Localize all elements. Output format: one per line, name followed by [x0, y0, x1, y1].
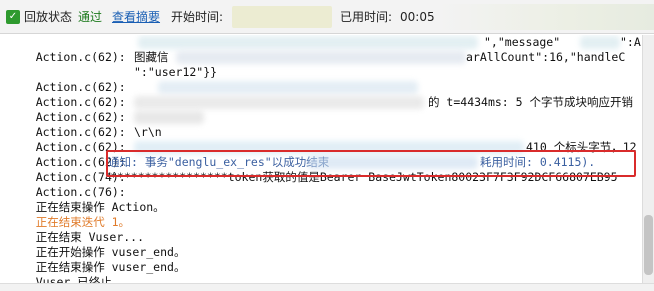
redacted-text [176, 51, 466, 64]
log-line: Action.c(62): 的 t=4434ms: 5 个字节成块响应开销 [8, 95, 642, 124]
replay-status-result: 通过 [78, 10, 103, 24]
log-fragment: ","message" [484, 35, 561, 49]
elapsed-time-label: 已用时间: [340, 10, 393, 24]
log-line: Action.c(62): ","message" ":A [8, 35, 642, 64]
log-text: Vuser 已终止。 [35, 275, 124, 283]
log-line: Action.c(62): ":"user12"}} [8, 65, 642, 94]
vertical-scrollbar[interactable] [642, 35, 654, 283]
replay-log: Action.c(62): ","message" ":A 图藏信 arAllC… [0, 35, 642, 283]
redacted-text [580, 36, 620, 49]
log-line: 图藏信 arAllCount":16,"handleC [8, 50, 642, 65]
log-line: 正在开始操作 vuser_end。 [8, 230, 186, 259]
pass-check-icon: ✓ [6, 10, 20, 24]
log-fragment: 图藏信 [134, 50, 169, 64]
log-line: 正在结束操作 vuser_end。 [8, 245, 186, 274]
redacted-text [134, 96, 424, 109]
status-bar: ✓ 回放状态 通过 查看摘要 开始时间: 已用时间: 00:05 [0, 0, 654, 34]
status-bar-fade [440, 4, 654, 30]
log-line: Vuser 已终止。 [8, 260, 124, 283]
redacted-text [134, 111, 204, 124]
token-highlight-box [106, 150, 636, 177]
redacted-text [158, 81, 418, 94]
log-fragment: 的 t=4434ms: 5 个字节成块响应开销 [428, 95, 634, 109]
log-line-iteration: 正在结束迭代 1。 [8, 200, 130, 229]
log-line: Action.c(62): [8, 110, 642, 139]
elapsed-time-value: 00:05 [400, 10, 435, 24]
replay-status-label: 回放状态 [24, 10, 73, 24]
redacted-text [138, 36, 478, 49]
view-summary-link[interactable]: 查看摘要 [112, 10, 160, 24]
horizontal-scrollbar[interactable] [0, 283, 654, 291]
log-fragment: ":A [620, 35, 641, 49]
scrollbar-thumb[interactable] [644, 215, 653, 275]
start-time-label: 开始时间: [171, 10, 224, 24]
log-line: 正在结束操作 Action。 [8, 185, 165, 214]
log-fragment: arAllCount":16,"handleC [466, 50, 626, 64]
log-line: Action.c(62): [8, 80, 642, 109]
start-time-value [232, 6, 332, 28]
log-fragment: ":"user12"}} [134, 65, 218, 79]
log-line: 正在结束 Vuser... [8, 215, 144, 244]
